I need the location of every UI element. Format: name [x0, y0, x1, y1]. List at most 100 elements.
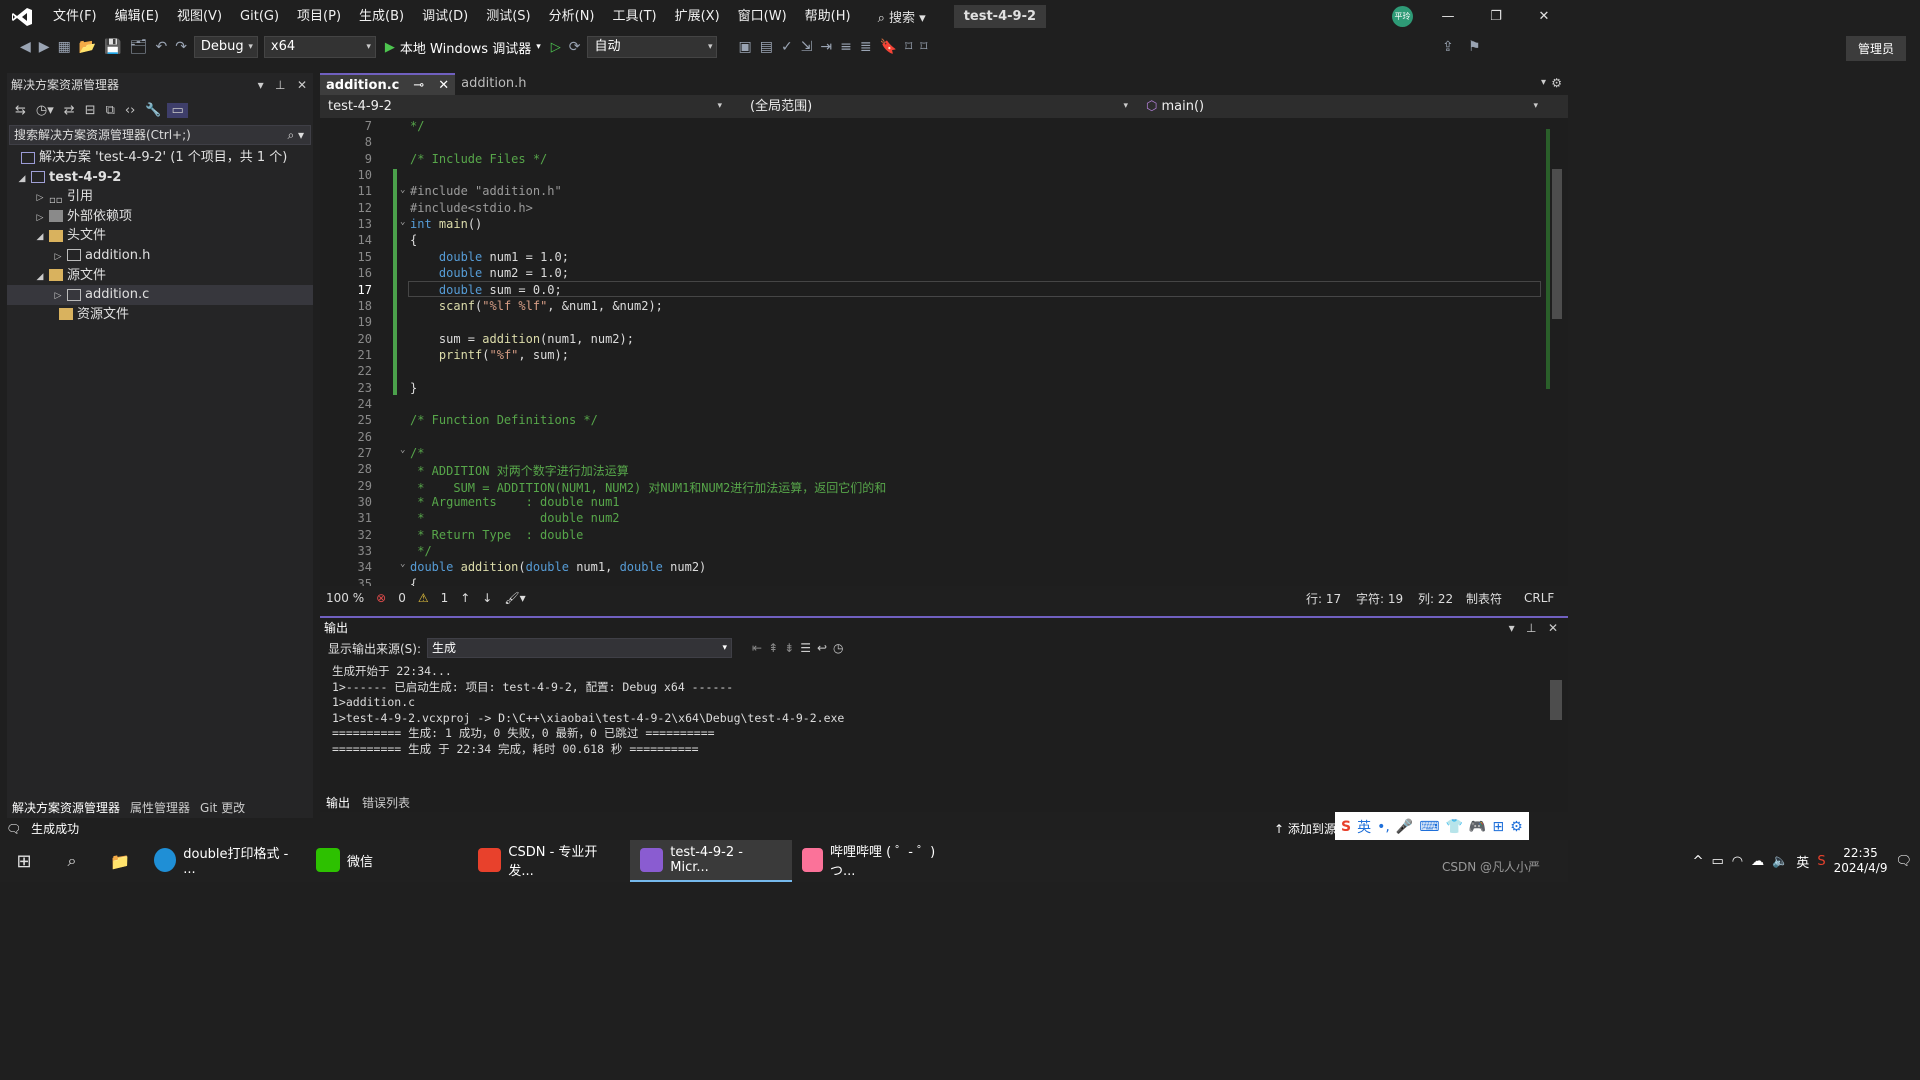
code-area[interactable]: ⌄ ⌄ ⌄ ⌄ 7 8 9 10 11 12 13 14 15 16 17 18 19 20 21 22 23 2…: [320, 119, 1568, 586]
browse-icon[interactable]: ▣: [734, 39, 755, 55]
notification-icon[interactable]: 🗨: [6, 822, 21, 836]
apps-icon[interactable]: ⊞: [1492, 819, 1504, 835]
code-line[interactable]: /* Include Files */: [410, 152, 547, 166]
tab-error-list[interactable]: 错误列表: [356, 794, 416, 811]
menu-view[interactable]: 视图(V): [168, 0, 231, 33]
volume-icon[interactable]: 🔈: [1772, 854, 1788, 869]
live-share-icon[interactable]: ⇪: [1438, 39, 1458, 55]
sogou-tray-icon[interactable]: S: [1817, 854, 1825, 869]
show-all-files-icon[interactable]: ⧉: [102, 103, 119, 118]
code-line[interactable]: sum = addition(num1, num2);: [410, 332, 634, 346]
warning-icon[interactable]: ⚠: [412, 591, 435, 605]
menu-build[interactable]: 生成(B): [350, 0, 413, 33]
menu-git[interactable]: Git(G): [231, 0, 288, 33]
arrow-up-icon[interactable]: ↑: [454, 591, 476, 605]
history-icon[interactable]: ◷▾: [32, 103, 58, 118]
error-icon[interactable]: ⊗: [370, 591, 392, 605]
restore-icon[interactable]: ❐: [1472, 0, 1520, 33]
fold-icon[interactable]: ⌄: [400, 185, 405, 195]
fold-icon[interactable]: ⌄: [400, 559, 405, 569]
clock[interactable]: 22:35 2024/4/9: [1834, 846, 1888, 876]
menu-file[interactable]: 文件(F): [44, 0, 106, 33]
gear-icon[interactable]: ⚙: [1551, 76, 1562, 90]
code-line[interactable]: * ADDITION 对两个数字进行加法运算: [410, 462, 628, 479]
zoom-select[interactable]: 100 %: [320, 591, 370, 605]
menu-analyze[interactable]: 分析(N): [540, 0, 604, 33]
preview-icon[interactable]: ▭: [167, 102, 188, 118]
menu-extensions[interactable]: 扩展(X): [666, 0, 729, 33]
code-line[interactable]: */: [410, 119, 424, 133]
tree-references[interactable]: ▷ ▫▫ 引用: [7, 187, 313, 207]
tab-output[interactable]: 输出: [320, 794, 356, 811]
pin-icon[interactable]: ⊸: [413, 75, 424, 95]
properties-icon[interactable]: 🔧: [141, 103, 165, 118]
tab-solution-explorer[interactable]: 解决方案资源管理器: [7, 799, 125, 816]
fold-icon[interactable]: ⌄: [400, 445, 405, 455]
fold-icon[interactable]: ⌄: [400, 217, 405, 227]
save-icon[interactable]: 💾: [100, 39, 125, 55]
game-icon[interactable]: 🎮: [1469, 819, 1486, 835]
code-view-icon[interactable]: ‹›: [121, 103, 139, 118]
back-icon[interactable]: ◀: [16, 39, 35, 55]
sync-icon[interactable]: ⇄: [60, 103, 79, 118]
search-button[interactable]: ⌕ 搜索 ▾: [872, 7, 932, 26]
settings-icon[interactable]: ⚙: [1510, 819, 1523, 835]
tree-source-files[interactable]: ◢ 源文件: [7, 266, 313, 286]
undo-icon[interactable]: ↶: [151, 39, 171, 55]
menu-debug[interactable]: 调试(D): [413, 0, 477, 33]
avatar[interactable]: 平玲: [1392, 6, 1413, 27]
menu-project[interactable]: 项目(P): [288, 0, 350, 33]
file-explorer-icon[interactable]: 📁: [96, 852, 144, 871]
code-line[interactable]: * Return Type : double: [410, 528, 583, 542]
code-line[interactable]: printf("%f", sum);: [410, 348, 569, 362]
tree-solution[interactable]: 解决方案 'test-4-9-2' (1 个项目，共 1 个): [7, 148, 313, 168]
tree-project[interactable]: ◢ test-4-9-2: [7, 168, 313, 188]
taskbar-app-edge[interactable]: double打印格式 - ...: [144, 840, 306, 882]
vertical-scrollbar[interactable]: [1544, 119, 1568, 586]
keyboard-icon[interactable]: ⌨: [1419, 819, 1439, 835]
tab-property-manager[interactable]: 属性管理器: [125, 799, 195, 816]
code-line[interactable]: * double num2: [410, 511, 619, 525]
minimize-icon[interactable]: —: [1424, 0, 1472, 33]
code-line[interactable]: /*: [410, 446, 424, 460]
wifi-icon[interactable]: ◠: [1732, 854, 1743, 869]
output-source-select[interactable]: 生成 ▾: [427, 638, 733, 658]
code-line[interactable]: }: [410, 381, 417, 395]
panel-controls[interactable]: ▾ ⊥ ✕: [1509, 618, 1558, 638]
warning-count[interactable]: 1: [435, 591, 455, 605]
tree-external-deps[interactable]: ▷ 外部依赖项: [7, 207, 313, 227]
code-line[interactable]: double addition(double num1, double num2…: [410, 560, 706, 574]
code-line[interactable]: #include "addition.h": [410, 184, 562, 198]
taskbar-app-csdn[interactable]: CSDN - 专业开发...: [468, 840, 630, 882]
code-line[interactable]: {: [410, 233, 417, 247]
new-project-icon[interactable]: ▦: [54, 39, 75, 55]
platform-select[interactable]: x64 ▾: [263, 36, 376, 58]
layout-icon[interactable]: ▤: [756, 39, 777, 55]
configuration-select[interactable]: Debug ▾: [193, 36, 258, 58]
indent-icon[interactable]: ⇥: [816, 39, 836, 55]
code-line[interactable]: {: [410, 577, 417, 586]
nav-scope-select[interactable]: (全局范围) ▾: [746, 97, 1132, 116]
ime-mode[interactable]: 英: [1357, 817, 1371, 837]
battery-icon[interactable]: ▭: [1711, 854, 1723, 869]
taskbar-app-bilibili[interactable]: 哔哩哔哩 ( ゜- ゜)つ...: [792, 840, 954, 882]
taskbar-app-wechat[interactable]: 微信: [306, 840, 468, 882]
spellcheck-icon[interactable]: ✓: [777, 39, 797, 55]
collapse-all-icon[interactable]: ⊟: [81, 103, 100, 118]
step-icon[interactable]: ⇲: [797, 39, 817, 55]
next-message-icon[interactable]: ⇟: [784, 641, 794, 655]
tab-git-changes[interactable]: Git 更改: [195, 799, 250, 816]
code-line[interactable]: scanf("%lf %lf", &num1, &num2);: [410, 299, 663, 313]
clear-all-icon[interactable]: ☰: [800, 641, 811, 655]
open-folder-icon[interactable]: 📂: [75, 39, 100, 55]
visual-studio-logo-icon[interactable]: [0, 0, 44, 33]
tab-addition-h[interactable]: addition.h: [455, 73, 532, 95]
prev-message-icon[interactable]: ⇞: [768, 641, 778, 655]
search-icon[interactable]: ⌕: [48, 851, 96, 871]
word-wrap-icon[interactable]: ↩: [817, 641, 827, 655]
goto-message-icon[interactable]: ⇤: [752, 641, 762, 655]
tree-addition-h[interactable]: ▷ addition.h: [7, 246, 313, 266]
code-line[interactable]: double num2 = 1.0;: [410, 266, 569, 280]
mic-icon[interactable]: 🎤: [1396, 819, 1413, 835]
feedback-icon[interactable]: ⚑: [1464, 39, 1485, 55]
